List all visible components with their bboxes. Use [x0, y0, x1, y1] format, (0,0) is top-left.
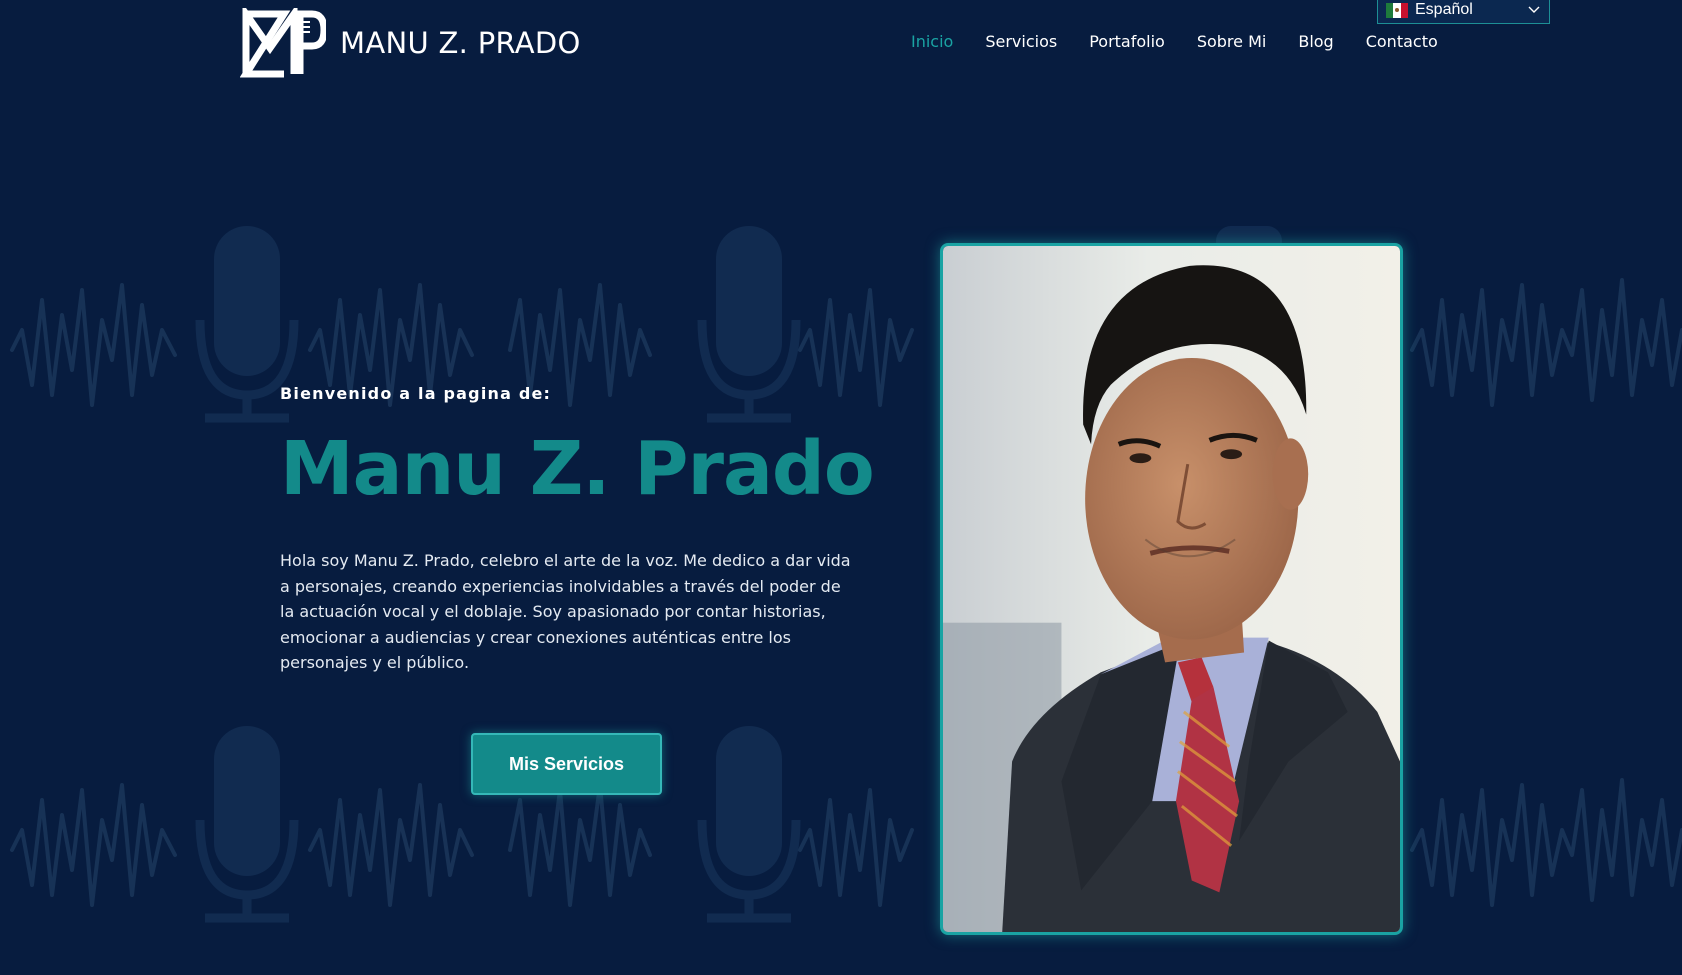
welcome-text: Bienvenido a la pagina de: — [280, 384, 552, 403]
nav-item-inicio[interactable]: Inicio — [911, 32, 953, 51]
chevron-down-icon — [1519, 6, 1549, 14]
brand-logo-link[interactable]: MANU Z. PRADO — [240, 8, 581, 78]
nav-item-sobre-mi[interactable]: Sobre Mi — [1197, 32, 1267, 51]
nav-item-blog[interactable]: Blog — [1298, 32, 1333, 51]
hero-title: Manu Z. Prado — [280, 426, 875, 512]
hero-description: Hola soy Manu Z. Prado, celebro el arte … — [280, 551, 851, 673]
language-select[interactable]: Español — [1377, 0, 1550, 24]
nav-item-portafolio[interactable]: Portafolio — [1089, 32, 1165, 51]
portrait-image — [940, 243, 1403, 935]
language-selected-label: Español — [1415, 1, 1473, 18]
mis-servicios-button[interactable]: Mis Servicios — [471, 733, 662, 795]
hero-section: Bienvenido a la pagina de: Manu Z. Prado… — [280, 384, 875, 676]
site-header: MANU Z. PRADO Inicio Servicios Portafoli… — [0, 0, 1682, 100]
main-nav: Inicio Servicios Portafolio Sobre Mi Blo… — [911, 32, 1470, 51]
nav-item-contacto[interactable]: Contacto — [1366, 32, 1438, 51]
mexico-flag-icon — [1386, 2, 1408, 18]
nav-item-servicios[interactable]: Servicios — [985, 32, 1057, 51]
mzp-monogram-icon — [240, 8, 326, 78]
brand-name: MANU Z. PRADO — [340, 26, 581, 60]
